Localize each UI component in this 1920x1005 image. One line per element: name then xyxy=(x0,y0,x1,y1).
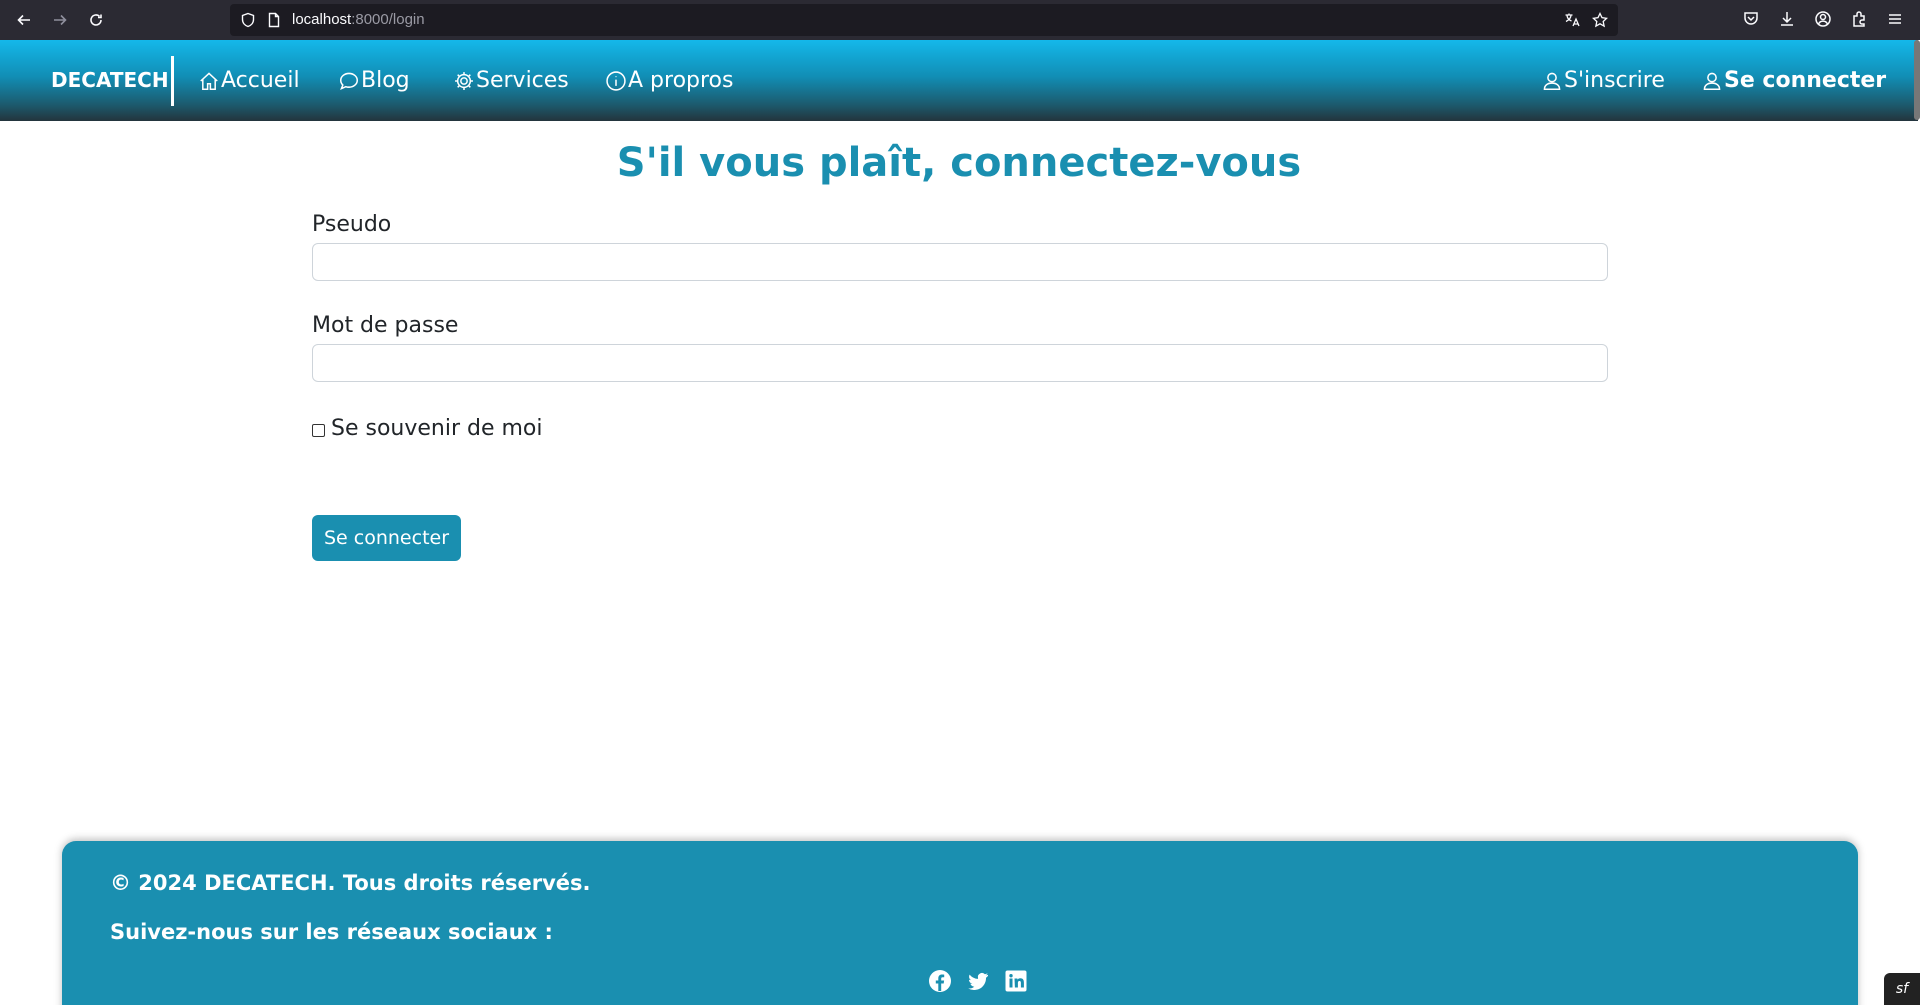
page-icon xyxy=(266,12,282,28)
login-submit-button[interactable]: Se connecter xyxy=(312,515,461,561)
nav-link-label: A propros xyxy=(628,68,734,93)
nav-link-signup[interactable]: S'inscrire xyxy=(1541,40,1665,121)
footer-follow-text: Suivez-nous sur les réseaux sociaux : xyxy=(110,920,553,944)
url-text: localhost:8000/login xyxy=(292,11,425,28)
remember-me-checkbox[interactable] xyxy=(312,424,325,437)
back-icon[interactable] xyxy=(12,8,36,32)
nav-link-blog[interactable]: Blog xyxy=(338,40,410,121)
remember-me-row[interactable]: Se souvenir de moi xyxy=(312,416,543,441)
facebook-icon[interactable] xyxy=(928,969,952,993)
twitter-icon[interactable] xyxy=(966,969,990,993)
person-icon xyxy=(1543,72,1561,90)
forward-icon[interactable] xyxy=(48,8,72,32)
password-input[interactable] xyxy=(312,344,1608,382)
linkedin-icon[interactable] xyxy=(1004,969,1028,993)
menu-icon[interactable] xyxy=(1886,10,1906,30)
username-input[interactable] xyxy=(312,243,1608,281)
browser-toolbar: localhost:8000/login xyxy=(0,0,1920,40)
nav-link-label: Services xyxy=(476,68,569,93)
person-icon xyxy=(1703,72,1721,90)
brand-divider xyxy=(171,56,174,106)
nav-link-accueil[interactable]: Accueil xyxy=(198,40,300,121)
info-icon xyxy=(606,70,626,91)
gear-icon xyxy=(455,71,473,90)
address-bar[interactable]: localhost:8000/login xyxy=(230,4,1618,36)
house-icon xyxy=(200,71,218,90)
username-label: Pseudo xyxy=(312,212,392,237)
nav-link-label: S'inscrire xyxy=(1564,68,1665,93)
nav-link-services[interactable]: Services xyxy=(453,40,569,121)
translate-icon[interactable] xyxy=(1564,12,1580,28)
bookmark-star-icon[interactable] xyxy=(1591,11,1609,28)
site-navbar: DECATECH Accueil Blog Services A propros… xyxy=(0,40,1918,121)
social-links xyxy=(928,969,1028,993)
site-footer: © 2024 DECATECH. Tous droits réservés. S… xyxy=(62,841,1858,1005)
nav-link-label: Se connecter xyxy=(1724,68,1887,93)
account-icon[interactable] xyxy=(1814,10,1834,30)
nav-link-login[interactable]: Se connecter xyxy=(1701,40,1886,121)
footer-copyright: © 2024 DECATECH. Tous droits réservés. xyxy=(110,871,591,895)
brand-logo[interactable]: DECATECH xyxy=(51,40,169,121)
download-icon[interactable] xyxy=(1778,10,1798,30)
chat-icon xyxy=(339,72,359,90)
page-title: S'il vous plaît, connectez-vous xyxy=(616,140,1302,186)
page-scrollbar[interactable] xyxy=(1914,40,1920,120)
reload-icon[interactable] xyxy=(84,8,108,32)
nav-link-apropos[interactable]: A propros xyxy=(605,40,733,121)
symfony-toolbar-icon[interactable]: sf xyxy=(1884,973,1920,1005)
nav-link-label: Accueil xyxy=(221,68,300,93)
password-label: Mot de passe xyxy=(312,313,459,338)
pocket-icon[interactable] xyxy=(1742,10,1762,30)
extensions-icon[interactable] xyxy=(1850,10,1870,30)
nav-link-label: Blog xyxy=(361,68,410,93)
shield-icon[interactable] xyxy=(240,12,256,28)
remember-me-label: Se souvenir de moi xyxy=(331,416,543,441)
